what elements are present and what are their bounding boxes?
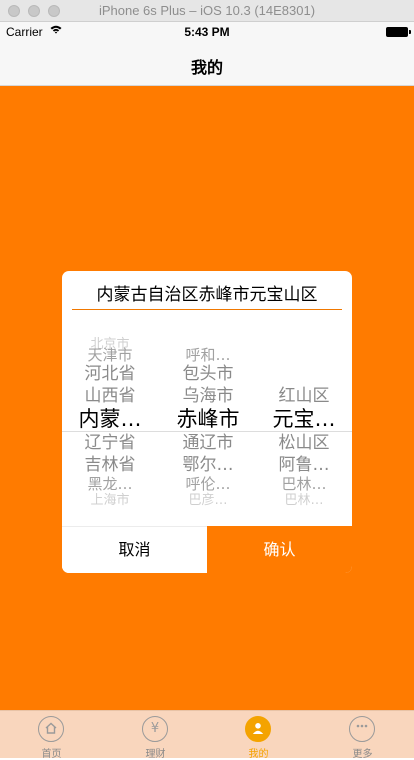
page-title: 我的 [190,58,223,77]
dialog-buttons: 取消 确认 [62,526,352,573]
picker-item[interactable]: 上海市 [62,491,158,511]
status-bar: Carrier 5:43 PM [0,22,414,42]
picker-item[interactable]: 红山区 [256,386,352,406]
tab-home[interactable]: 首页 [0,711,103,760]
picker-item[interactable]: 阿鲁… [256,455,352,475]
picker-item-selected[interactable]: 赤峰市 [160,407,256,431]
picker-item[interactable]: 巴林… [256,491,352,511]
picker-item-selected[interactable]: 内蒙… [62,407,158,431]
picker-item[interactable]: 通辽市 [160,433,256,453]
cancel-button[interactable]: 取消 [62,526,207,573]
picker-item[interactable]: 山西省 [62,386,158,406]
city-column[interactable]: 呼和… 包头市 乌海市 赤峰市 通辽市 鄂尔… 呼伦… 巴彦… [160,331,256,511]
simulator-title-bar: iPhone 6s Plus – iOS 10.3 (14E8301) [0,0,414,22]
title-divider [72,309,342,310]
more-icon [349,716,375,742]
picker-item[interactable]: 吉林省 [62,455,158,475]
tab-more[interactable]: 更多 [311,711,414,760]
picker-item[interactable]: 天津市 [62,345,158,365]
home-icon [38,716,64,742]
picker-item[interactable]: 河北省 [62,364,158,384]
picker-item[interactable]: 鄂尔… [160,455,256,475]
battery-icon [386,27,411,37]
tab-finance[interactable]: ¥ 理财 [104,711,207,760]
picker-item[interactable]: 包头市 [160,364,256,384]
district-column[interactable]: 红山区 元宝… 松山区 阿鲁… 巴林… 巴林… [256,331,352,511]
selected-address-title: 内蒙古自治区赤峰市元宝山区 [96,285,318,305]
picker-item[interactable]: 辽宁省 [62,433,158,453]
picker-item[interactable]: 松山区 [256,433,352,453]
yen-icon: ¥ [142,716,168,742]
picker-item-selected[interactable]: 元宝… [256,407,352,431]
confirm-button[interactable]: 确认 [207,526,352,573]
navigation-bar: 我的 [0,42,414,86]
address-picker-dialog: 内蒙古自治区赤峰市元宝山区 北京市 天津市 河北省 山西省 内蒙… 辽宁省 吉林… [62,271,352,573]
person-icon [245,716,271,742]
address-picker: 北京市 天津市 河北省 山西省 内蒙… 辽宁省 吉林省 黑龙… 上海市 呼和… … [62,331,352,511]
picker-item[interactable]: 巴彦… [160,491,256,511]
simulator-title: iPhone 6s Plus – iOS 10.3 (14E8301) [98,3,316,18]
picker-item[interactable]: 乌海市 [160,386,256,406]
province-column[interactable]: 北京市 天津市 河北省 山西省 内蒙… 辽宁省 吉林省 黑龙… 上海市 [62,331,158,511]
tab-bar: 首页 ¥ 理财 我的 更多 [0,710,414,760]
tab-mine[interactable]: 我的 [207,711,310,760]
status-time: 5:43 PM [184,25,230,39]
picker-item[interactable]: 呼和… [160,345,256,365]
